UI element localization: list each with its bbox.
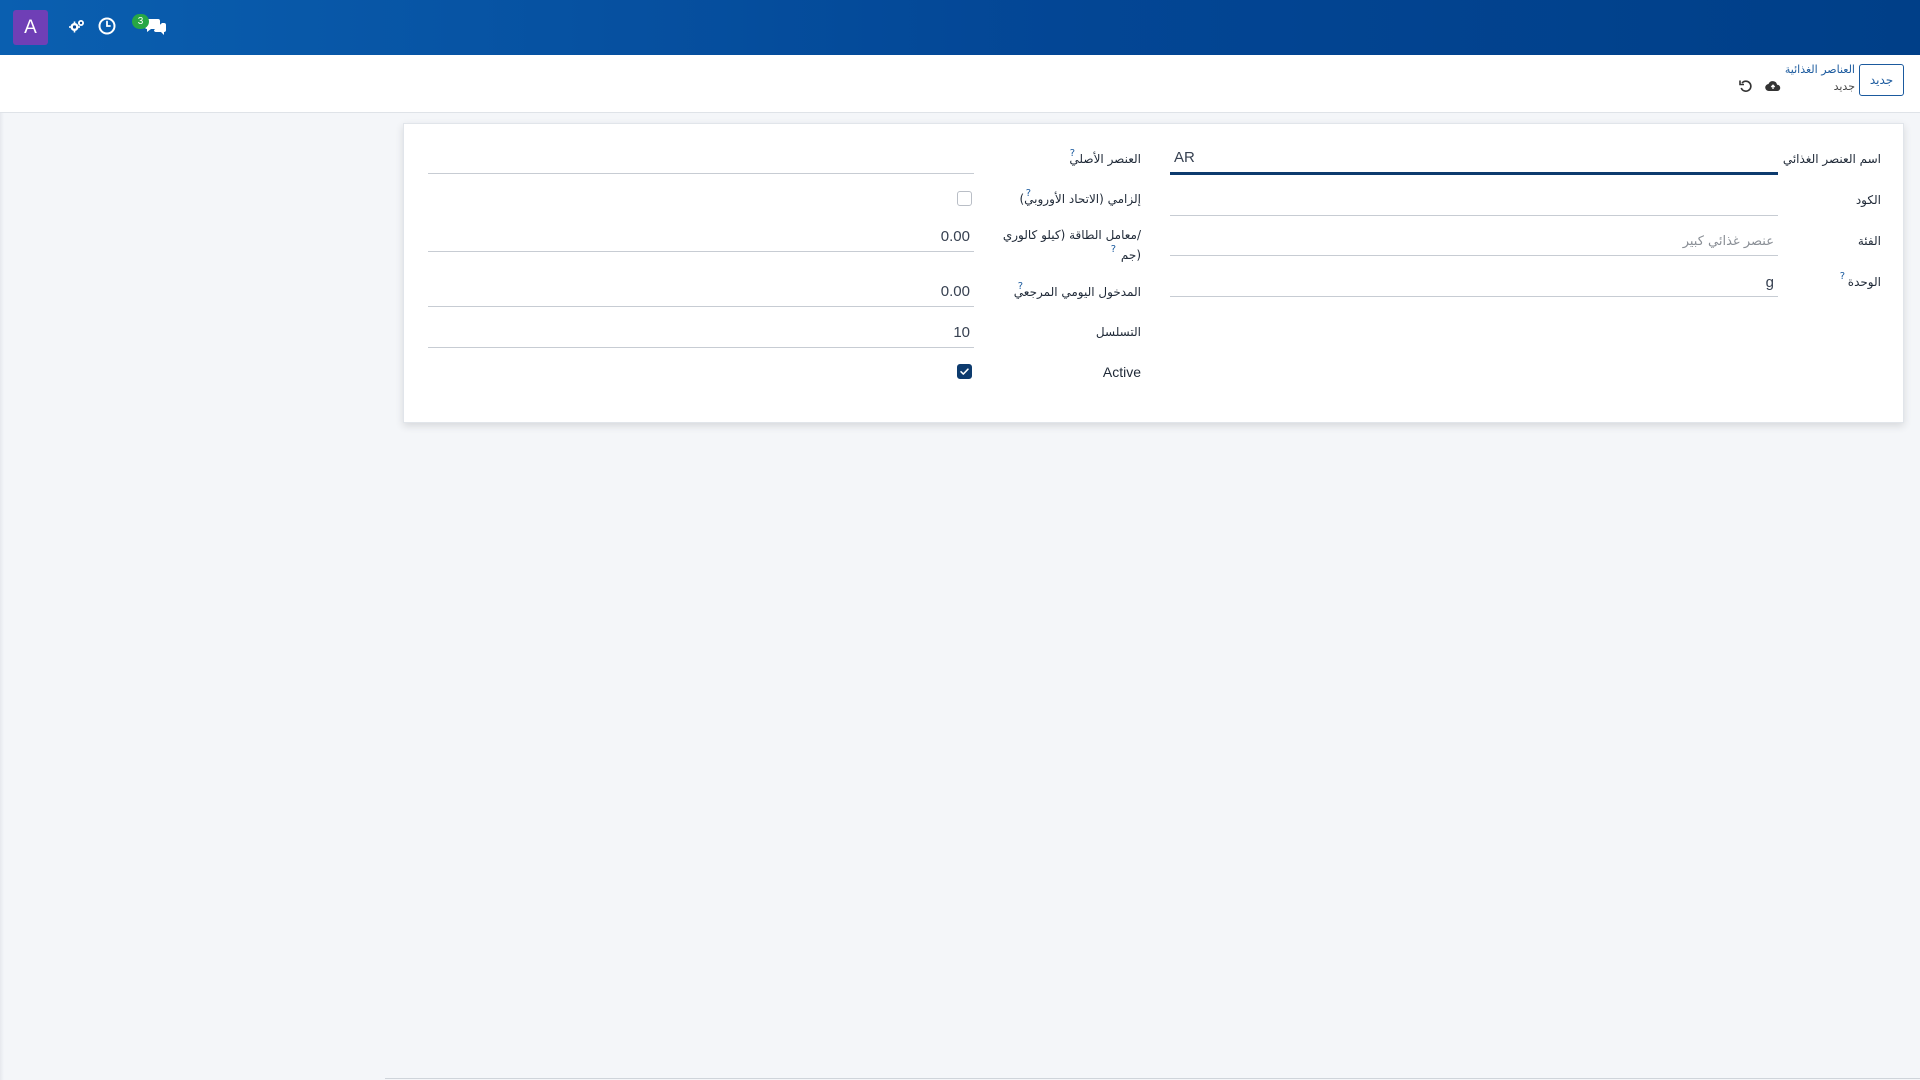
eu-mandatory-label: إلزامي (الاتحاد الأوروبي) bbox=[1019, 192, 1141, 206]
undo-icon[interactable] bbox=[1738, 78, 1754, 94]
bottom-divider bbox=[385, 1078, 1920, 1079]
daily-intake-underline bbox=[428, 306, 974, 307]
name-underline bbox=[1170, 172, 1778, 175]
daily-intake-input[interactable]: 0.00 bbox=[941, 283, 970, 301]
unit-input[interactable]: g bbox=[1766, 274, 1774, 292]
breadcrumb-current: جديد bbox=[1833, 80, 1855, 93]
code-label: الكود bbox=[1855, 193, 1881, 207]
settings-gears-icon[interactable] bbox=[67, 16, 87, 36]
active-label: Active bbox=[1102, 364, 1141, 380]
energy-factor-input[interactable]: 0.00 bbox=[941, 228, 970, 246]
category-label: الفئة bbox=[1857, 234, 1881, 248]
sequence-label: التسلسل bbox=[1095, 325, 1141, 339]
energy-factor-label-line2: جم) bbox=[1120, 248, 1141, 262]
chat-badge: 3 bbox=[132, 14, 149, 29]
code-underline bbox=[1170, 215, 1778, 216]
energy-factor-label-line1: معامل الطاقة (كيلو كالوري/ bbox=[1002, 228, 1141, 242]
active-checkbox[interactable] bbox=[957, 364, 972, 379]
unit-help-icon[interactable]: ? bbox=[1840, 272, 1845, 282]
cloud-upload-icon[interactable] bbox=[1765, 78, 1781, 94]
top-navbar: A 3 bbox=[0, 0, 1920, 55]
name-input[interactable]: AR bbox=[1174, 149, 1195, 167]
sequence-input[interactable]: 10 bbox=[953, 324, 970, 342]
energy-factor-help-icon[interactable]: ? bbox=[1111, 245, 1116, 255]
new-button[interactable]: جديد bbox=[1859, 64, 1904, 96]
energy-factor-underline bbox=[428, 251, 974, 252]
form-sheet: اسم العنصر الغذائي AR الكود الفئة عنصر غ… bbox=[403, 123, 1904, 423]
parent-underline[interactable] bbox=[428, 173, 974, 174]
control-panel: جديد العناصر الغذائية جديد bbox=[0, 55, 1920, 113]
unit-label: الوحدة bbox=[1847, 275, 1881, 289]
eu-mandatory-help-icon[interactable]: ? bbox=[1026, 189, 1031, 199]
eu-mandatory-checkbox[interactable] bbox=[957, 191, 972, 206]
app-avatar[interactable]: A bbox=[13, 10, 48, 45]
left-edge bbox=[0, 113, 4, 1080]
sequence-underline bbox=[428, 347, 974, 348]
unit-underline bbox=[1170, 296, 1778, 297]
daily-intake-label: المدخول اليومي المرجعي bbox=[1013, 285, 1141, 299]
parent-help-icon[interactable]: ? bbox=[1070, 149, 1075, 159]
parent-label: العنصر الأصلي bbox=[1069, 152, 1141, 166]
category-input[interactable]: عنصر غذائي كبير bbox=[1683, 233, 1774, 251]
clock-icon[interactable] bbox=[97, 16, 117, 36]
category-underline bbox=[1170, 255, 1778, 256]
daily-intake-help-icon[interactable]: ? bbox=[1018, 282, 1023, 292]
name-label: اسم العنصر الغذائي bbox=[1782, 152, 1881, 166]
breadcrumb-parent[interactable]: العناصر الغذائية bbox=[1785, 63, 1855, 76]
